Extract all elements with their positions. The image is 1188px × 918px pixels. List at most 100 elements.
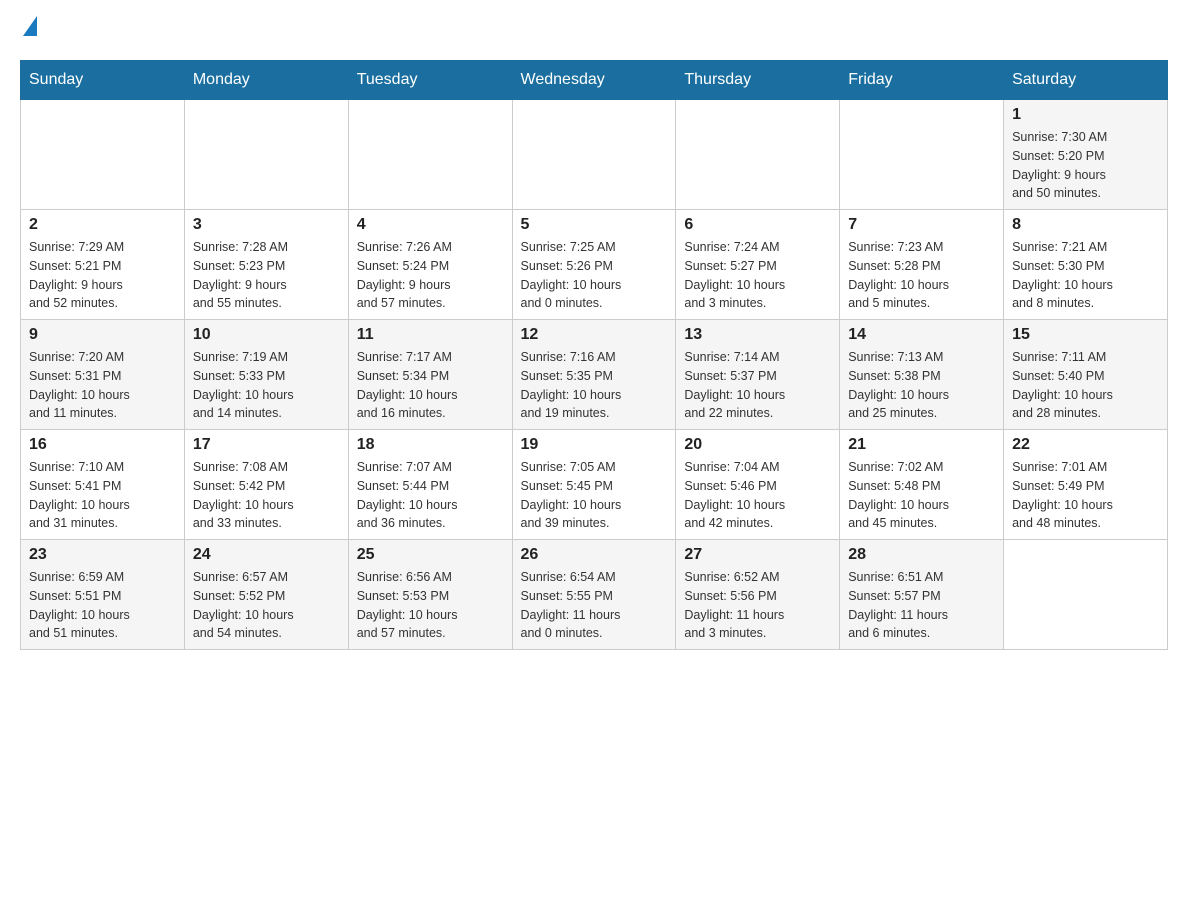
calendar-cell: 17 Sunrise: 7:08 AMSunset: 5:42 PMDayligh… <box>184 430 348 540</box>
day-info: Sunrise: 7:14 AMSunset: 5:37 PMDaylight:… <box>684 348 831 423</box>
day-number: 28 <box>848 546 995 564</box>
day-of-week-header: Friday <box>840 61 1004 100</box>
day-of-week-header: Monday <box>184 61 348 100</box>
day-info: Sunrise: 6:54 AMSunset: 5:55 PMDaylight:… <box>521 568 668 643</box>
day-info: Sunrise: 7:04 AMSunset: 5:46 PMDaylight:… <box>684 458 831 533</box>
day-number: 17 <box>193 436 340 454</box>
day-number: 20 <box>684 436 831 454</box>
day-info: Sunrise: 7:08 AMSunset: 5:42 PMDaylight:… <box>193 458 340 533</box>
day-info: Sunrise: 7:25 AMSunset: 5:26 PMDaylight:… <box>521 238 668 313</box>
day-info: Sunrise: 7:19 AMSunset: 5:33 PMDaylight:… <box>193 348 340 423</box>
day-info: Sunrise: 7:30 AMSunset: 5:20 PMDaylight:… <box>1012 128 1159 203</box>
day-number: 18 <box>357 436 504 454</box>
calendar-cell <box>512 100 676 210</box>
calendar-cell: 28 Sunrise: 6:51 AMSunset: 5:57 PMDayligh… <box>840 540 1004 650</box>
day-number: 22 <box>1012 436 1159 454</box>
calendar-cell: 5 Sunrise: 7:25 AMSunset: 5:26 PMDaylight… <box>512 210 676 320</box>
day-info: Sunrise: 7:20 AMSunset: 5:31 PMDaylight:… <box>29 348 176 423</box>
day-number: 3 <box>193 216 340 234</box>
calendar-cell: 4Sunrise: 7:26 AMSunset: 5:24 PMDaylight… <box>348 210 512 320</box>
day-number: 9 <box>29 326 176 344</box>
calendar-cell <box>21 100 185 210</box>
calendar-cell: 21 Sunrise: 7:02 AMSunset: 5:48 PMDayligh… <box>840 430 1004 540</box>
calendar-cell: 3 Sunrise: 7:28 AMSunset: 5:23 PMDaylight… <box>184 210 348 320</box>
calendar-cell: 19Sunrise: 7:05 AMSunset: 5:45 PMDayligh… <box>512 430 676 540</box>
logo <box>20 20 37 40</box>
calendar-cell: 16Sunrise: 7:10 AMSunset: 5:41 PMDayligh… <box>21 430 185 540</box>
day-info: Sunrise: 7:16 AMSunset: 5:35 PMDaylight:… <box>521 348 668 423</box>
day-number: 2 <box>29 216 176 234</box>
calendar-cell: 22 Sunrise: 7:01 AMSunset: 5:49 PMDayligh… <box>1004 430 1168 540</box>
calendar-cell: 1 Sunrise: 7:30 AMSunset: 5:20 PMDaylight… <box>1004 100 1168 210</box>
day-info: Sunrise: 6:59 AMSunset: 5:51 PMDaylight:… <box>29 568 176 643</box>
day-info: Sunrise: 7:17 AMSunset: 5:34 PMDaylight:… <box>357 348 504 423</box>
day-number: 13 <box>684 326 831 344</box>
day-number: 25 <box>357 546 504 564</box>
day-info: Sunrise: 7:11 AMSunset: 5:40 PMDaylight:… <box>1012 348 1159 423</box>
calendar-cell: 13 Sunrise: 7:14 AMSunset: 5:37 PMDayligh… <box>676 320 840 430</box>
day-number: 12 <box>521 326 668 344</box>
day-number: 23 <box>29 546 176 564</box>
day-info: Sunrise: 7:24 AMSunset: 5:27 PMDaylight:… <box>684 238 831 313</box>
day-info: Sunrise: 6:56 AMSunset: 5:53 PMDaylight:… <box>357 568 504 643</box>
calendar-cell: 26 Sunrise: 6:54 AMSunset: 5:55 PMDayligh… <box>512 540 676 650</box>
day-info: Sunrise: 7:26 AMSunset: 5:24 PMDaylight:… <box>357 238 504 313</box>
calendar-cell <box>1004 540 1168 650</box>
calendar-week-row: 9 Sunrise: 7:20 AMSunset: 5:31 PMDaylight… <box>21 320 1168 430</box>
day-of-week-header: Thursday <box>676 61 840 100</box>
calendar-week-row: 23 Sunrise: 6:59 AMSunset: 5:51 PMDayligh… <box>21 540 1168 650</box>
calendar-week-row: 1 Sunrise: 7:30 AMSunset: 5:20 PMDaylight… <box>21 100 1168 210</box>
day-number: 8 <box>1012 216 1159 234</box>
page-header <box>20 20 1168 40</box>
calendar-cell <box>184 100 348 210</box>
day-of-week-header: Tuesday <box>348 61 512 100</box>
day-info: Sunrise: 6:51 AMSunset: 5:57 PMDaylight:… <box>848 568 995 643</box>
calendar-table: SundayMondayTuesdayWednesdayThursdayFrid… <box>20 60 1168 650</box>
calendar-cell: 15 Sunrise: 7:11 AMSunset: 5:40 PMDayligh… <box>1004 320 1168 430</box>
day-info: Sunrise: 7:29 AMSunset: 5:21 PMDaylight:… <box>29 238 176 313</box>
calendar-cell: 9 Sunrise: 7:20 AMSunset: 5:31 PMDaylight… <box>21 320 185 430</box>
day-number: 1 <box>1012 106 1159 124</box>
calendar-cell: 23 Sunrise: 6:59 AMSunset: 5:51 PMDayligh… <box>21 540 185 650</box>
day-number: 19 <box>521 436 668 454</box>
calendar-cell: 20 Sunrise: 7:04 AMSunset: 5:46 PMDayligh… <box>676 430 840 540</box>
day-info: Sunrise: 7:28 AMSunset: 5:23 PMDaylight:… <box>193 238 340 313</box>
day-number: 14 <box>848 326 995 344</box>
day-info: Sunrise: 7:21 AMSunset: 5:30 PMDaylight:… <box>1012 238 1159 313</box>
day-number: 26 <box>521 546 668 564</box>
day-number: 11 <box>357 326 504 344</box>
calendar-cell: 7 Sunrise: 7:23 AMSunset: 5:28 PMDaylight… <box>840 210 1004 320</box>
day-number: 27 <box>684 546 831 564</box>
day-info: Sunrise: 7:02 AMSunset: 5:48 PMDaylight:… <box>848 458 995 533</box>
calendar-cell: 14 Sunrise: 7:13 AMSunset: 5:38 PMDayligh… <box>840 320 1004 430</box>
day-info: Sunrise: 7:13 AMSunset: 5:38 PMDaylight:… <box>848 348 995 423</box>
day-of-week-header: Wednesday <box>512 61 676 100</box>
day-info: Sunrise: 7:07 AMSunset: 5:44 PMDaylight:… <box>357 458 504 533</box>
day-number: 21 <box>848 436 995 454</box>
day-number: 15 <box>1012 326 1159 344</box>
calendar-week-row: 16Sunrise: 7:10 AMSunset: 5:41 PMDayligh… <box>21 430 1168 540</box>
day-info: Sunrise: 7:23 AMSunset: 5:28 PMDaylight:… <box>848 238 995 313</box>
calendar-cell: 25 Sunrise: 6:56 AMSunset: 5:53 PMDayligh… <box>348 540 512 650</box>
day-number: 6 <box>684 216 831 234</box>
calendar-week-row: 2 Sunrise: 7:29 AMSunset: 5:21 PMDaylight… <box>21 210 1168 320</box>
day-number: 10 <box>193 326 340 344</box>
logo-arrow-icon <box>23 16 37 36</box>
calendar-cell: 2 Sunrise: 7:29 AMSunset: 5:21 PMDaylight… <box>21 210 185 320</box>
calendar-cell: 12 Sunrise: 7:16 AMSunset: 5:35 PMDayligh… <box>512 320 676 430</box>
day-of-week-header: Saturday <box>1004 61 1168 100</box>
calendar-cell: 8 Sunrise: 7:21 AMSunset: 5:30 PMDaylight… <box>1004 210 1168 320</box>
calendar-cell: 18 Sunrise: 7:07 AMSunset: 5:44 PMDayligh… <box>348 430 512 540</box>
day-number: 5 <box>521 216 668 234</box>
day-info: Sunrise: 7:01 AMSunset: 5:49 PMDaylight:… <box>1012 458 1159 533</box>
day-number: 24 <box>193 546 340 564</box>
day-info: Sunrise: 7:10 AMSunset: 5:41 PMDaylight:… <box>29 458 176 533</box>
calendar-cell: 27Sunrise: 6:52 AMSunset: 5:56 PMDayligh… <box>676 540 840 650</box>
calendar-cell: 10 Sunrise: 7:19 AMSunset: 5:33 PMDayligh… <box>184 320 348 430</box>
calendar-cell <box>676 100 840 210</box>
day-of-week-header: Sunday <box>21 61 185 100</box>
day-info: Sunrise: 6:57 AMSunset: 5:52 PMDaylight:… <box>193 568 340 643</box>
calendar-cell: 6 Sunrise: 7:24 AMSunset: 5:27 PMDaylight… <box>676 210 840 320</box>
calendar-cell: 24 Sunrise: 6:57 AMSunset: 5:52 PMDayligh… <box>184 540 348 650</box>
day-number: 7 <box>848 216 995 234</box>
